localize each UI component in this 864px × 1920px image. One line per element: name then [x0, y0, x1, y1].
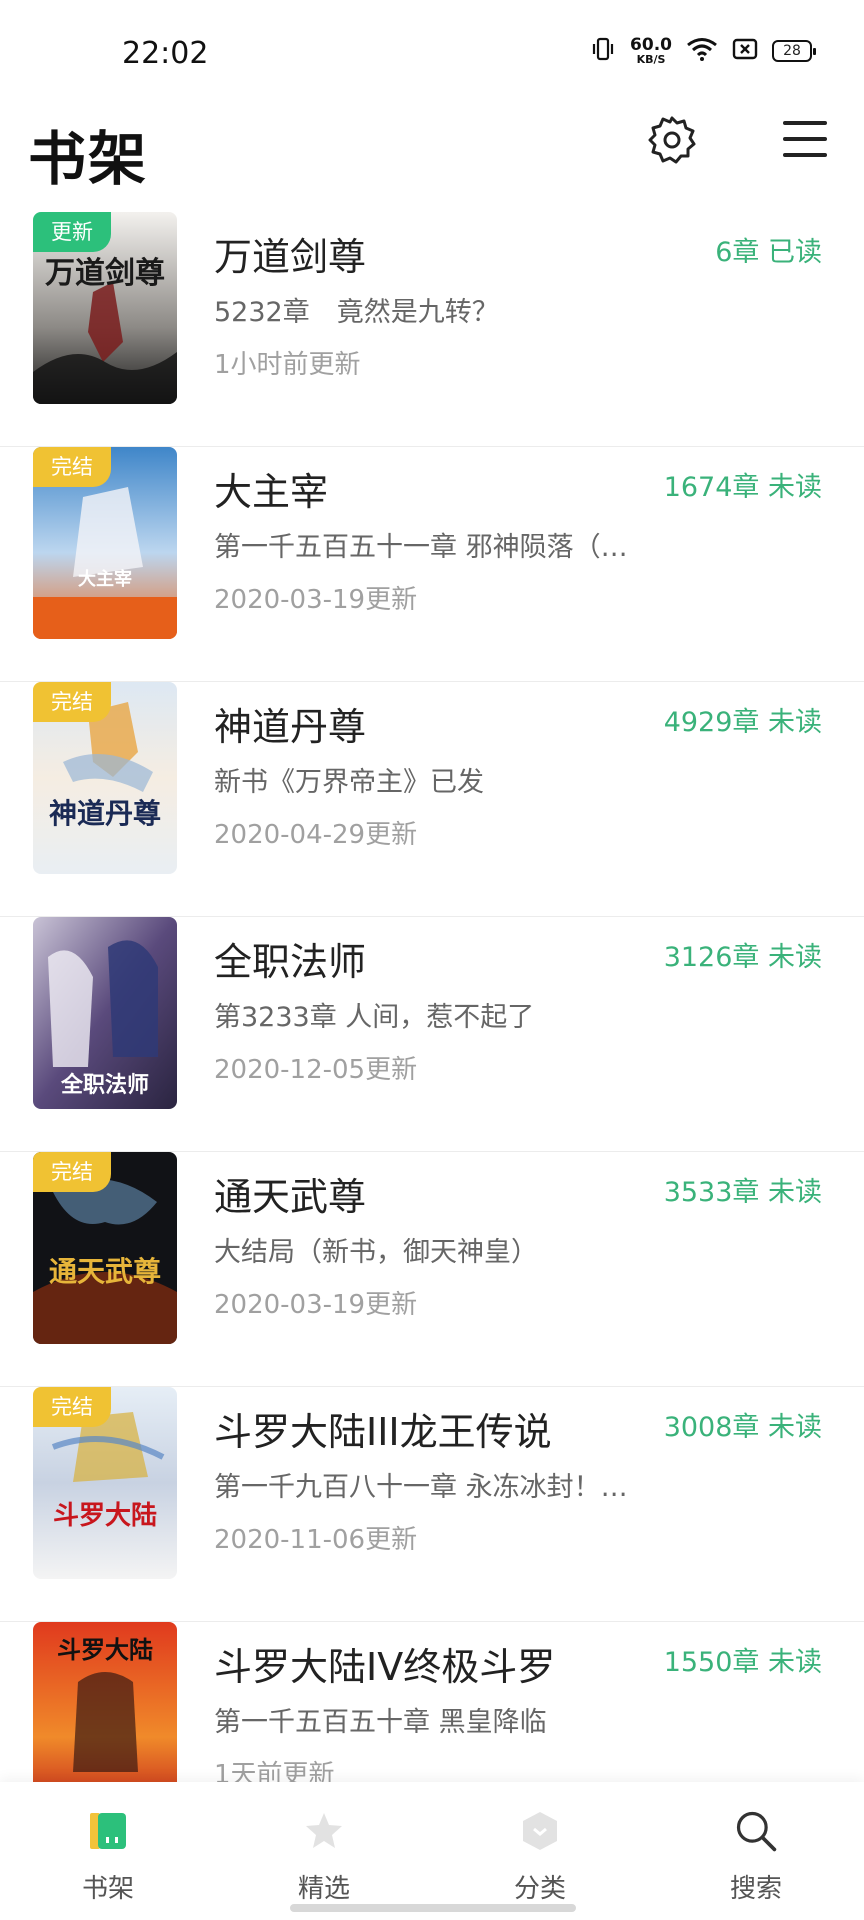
book-cover: 全职法师 [33, 917, 177, 1109]
cover-title: 大主宰 [78, 569, 132, 590]
book-item[interactable]: 通天武尊 完结 通天武尊 大结局（新书，御天神皇） 2020-03-19更新 3… [0, 1152, 864, 1387]
book-cover: 万道剑尊 更新 [33, 212, 177, 404]
book-update-time: 2020-12-05更新 [214, 1055, 418, 1085]
book-chapter-count: 4929章 未读 [663, 707, 822, 738]
book-latest-chapter: 第一千五百五十一章 邪神陨落（… [214, 532, 628, 563]
book-update-time: 2020-03-19更新 [214, 1290, 418, 1320]
status-icons: 60.0 KB/S 28 [590, 35, 816, 66]
book-cover: 斗罗大陆 [33, 1622, 177, 1782]
book-cover: 大主宰 完结 [33, 447, 177, 639]
book-cover: 通天武尊 完结 [33, 1152, 177, 1344]
nav-label: 分类 [513, 1874, 566, 1904]
home-indicator [290, 1904, 576, 1912]
nav-label: 精选 [297, 1874, 350, 1904]
page-title: 书架 [28, 125, 149, 193]
book-chapter-count: 3008章 未读 [663, 1412, 822, 1443]
gear-icon [648, 116, 696, 164]
book-update-time: 2020-04-29更新 [214, 820, 418, 850]
book-badge: 完结 [33, 447, 111, 487]
book-update-time: 2020-03-19更新 [214, 585, 418, 615]
bookshelf-icon [85, 1808, 131, 1854]
book-latest-chapter: 第3233章 人间，惹不起了 [214, 1002, 535, 1033]
book-chapter-count: 1674章 未读 [663, 472, 822, 503]
book-cover: 斗罗大陆 完结 [33, 1387, 177, 1579]
cover-title: 神道丹尊 [48, 797, 161, 830]
book-update-time: 2020-11-06更新 [214, 1525, 418, 1555]
header: 书架 [0, 104, 864, 214]
book-item[interactable]: 神道丹尊 完结 神道丹尊 新书《万界帝主》已发 2020-04-29更新 492… [0, 682, 864, 917]
book-badge: 完结 [33, 682, 111, 722]
nav-item-featured[interactable]: 精选 [216, 1782, 432, 1920]
book-title: 神道丹尊 [214, 705, 367, 749]
book-chapter-count: 3126章 未读 [663, 942, 822, 973]
nav-label: 书架 [81, 1874, 134, 1904]
book-badge: 完结 [33, 1152, 111, 1192]
book-item[interactable]: 万道剑尊 更新 万道剑尊 5232章 竟然是九转？ 1小时前更新 6章 已读 [0, 212, 864, 447]
category-icon [517, 1808, 563, 1854]
book-title: 斗罗大陆III龙王传说 [214, 1410, 552, 1454]
book-badge: 更新 [33, 212, 111, 252]
cover-title: 通天武尊 [48, 1255, 161, 1288]
book-cover: 神道丹尊 完结 [33, 682, 177, 874]
book-latest-chapter: 新书《万界帝主》已发 [214, 767, 484, 798]
book-badge: 完结 [33, 1387, 111, 1427]
settings-button[interactable] [644, 112, 700, 168]
nav-item-bookshelf[interactable]: 书架 [0, 1782, 216, 1920]
book-title: 通天武尊 [214, 1175, 367, 1219]
book-chapter-count: 3533章 未读 [663, 1177, 822, 1208]
net-speed-unit: KB/S [636, 53, 666, 66]
book-item[interactable]: 斗罗大陆 斗罗大陆IV终极斗罗 第一千五百五十章 黑皇降临 1天前更新 1550… [0, 1622, 864, 1782]
book-latest-chapter: 5232章 竟然是九转？ [214, 297, 499, 328]
bottom-nav: 书架 精选 分类 搜索 [0, 1782, 864, 1920]
net-speed: 60.0 KB/S [630, 35, 672, 66]
nav-label: 搜索 [729, 1874, 782, 1904]
cover-title: 全职法师 [60, 1072, 149, 1098]
book-latest-chapter: 大结局（新书，御天神皇） [214, 1237, 538, 1268]
status-time: 22:02 [122, 36, 209, 71]
cover-title: 斗罗大陆 [52, 1501, 157, 1531]
book-latest-chapter: 第一千五百五十章 黑皇降临 [214, 1707, 547, 1738]
book-item[interactable]: 大主宰 完结 大主宰 第一千五百五十一章 邪神陨落（… 2020-03-19更新… [0, 447, 864, 682]
book-title: 大主宰 [214, 470, 329, 514]
book-title: 斗罗大陆IV终极斗罗 [214, 1645, 556, 1689]
net-speed-value: 60.0 [630, 35, 672, 55]
book-list[interactable]: 万道剑尊 更新 万道剑尊 5232章 竟然是九转？ 1小时前更新 6章 已读 大… [0, 212, 864, 1782]
book-title: 万道剑尊 [214, 235, 367, 279]
status-bar: 22:02 60.0 KB/S 28 [0, 0, 864, 104]
book-item[interactable]: 全职法师 全职法师 第3233章 人间，惹不起了 2020-12-05更新 31… [0, 917, 864, 1152]
sim-off-icon [732, 37, 758, 65]
star-icon [301, 1808, 347, 1854]
menu-icon [783, 121, 827, 157]
book-update-time: 1小时前更新 [214, 350, 361, 380]
book-chapter-count: 6章 已读 [715, 237, 822, 268]
search-icon [733, 1808, 779, 1854]
book-title: 全职法师 [214, 940, 367, 984]
nav-item-search[interactable]: 搜索 [648, 1782, 864, 1920]
book-chapter-count: 1550章 未读 [663, 1647, 822, 1678]
vibrate-icon [590, 36, 616, 66]
book-latest-chapter: 第一千九百八十一章 永冻冰封！… [214, 1472, 628, 1503]
wifi-icon [686, 36, 718, 66]
cover-title: 斗罗大陆 [57, 1635, 153, 1664]
cover-title: 万道剑尊 [45, 256, 165, 291]
book-item[interactable]: 斗罗大陆 完结 斗罗大陆III龙王传说 第一千九百八十一章 永冻冰封！… 202… [0, 1387, 864, 1622]
nav-item-category[interactable]: 分类 [432, 1782, 648, 1920]
menu-button[interactable] [780, 114, 830, 164]
battery-icon: 28 [772, 40, 816, 62]
book-update-time: 1天前更新 [214, 1760, 335, 1782]
